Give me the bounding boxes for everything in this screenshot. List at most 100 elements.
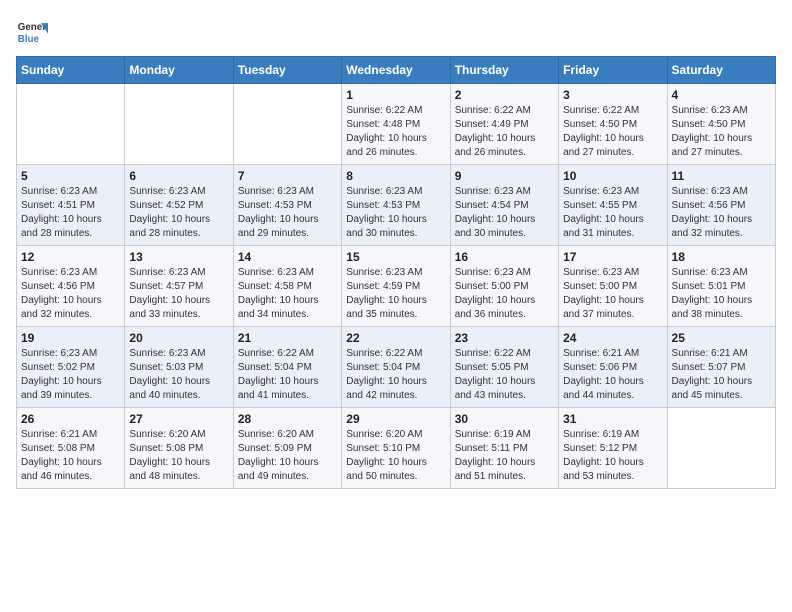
calendar-cell: 30 Sunrise: 6:19 AM Sunset: 5:11 PM Dayli… bbox=[450, 408, 558, 489]
day-info: Sunrise: 6:22 AM Sunset: 5:04 PM Dayligh… bbox=[346, 347, 445, 403]
day-header-saturday: Saturday bbox=[667, 57, 775, 84]
calendar-cell: 27Sunrise: 6:20 AM Sunset: 5:08 PM Dayli… bbox=[125, 408, 233, 489]
calendar-cell: 25 Sunrise: 6:21 AM Sunset: 5:07 PM Dayli… bbox=[667, 327, 775, 408]
day-number: 29 bbox=[346, 412, 445, 426]
calendar-cell: 20 Sunrise: 6:23 AM Sunset: 5:03 PM Dayli… bbox=[125, 327, 233, 408]
calendar-cell: 19Sunrise: 6:23 AM Sunset: 5:02 PM Dayli… bbox=[17, 327, 125, 408]
day-info: Sunrise: 6:22 AM Sunset: 5:05 PM Dayligh… bbox=[455, 347, 554, 403]
day-info: Sunrise: 6:20 AM Sunset: 5:09 PM Dayligh… bbox=[238, 428, 337, 484]
day-number: 2 bbox=[455, 88, 554, 102]
calendar-table: SundayMondayTuesdayWednesdayThursdayFrid… bbox=[16, 56, 776, 489]
day-info: Sunrise: 6:23 AM Sunset: 4:58 PM Dayligh… bbox=[238, 266, 337, 322]
calendar-cell: 1Sunrise: 6:22 AM Sunset: 4:48 PM Daylig… bbox=[342, 84, 450, 165]
day-number: 28 bbox=[238, 412, 337, 426]
day-number: 4 bbox=[672, 88, 771, 102]
day-info: Sunrise: 6:23 AM Sunset: 4:54 PM Dayligh… bbox=[455, 185, 554, 241]
day-number: 8 bbox=[346, 169, 445, 183]
day-header-tuesday: Tuesday bbox=[233, 57, 341, 84]
day-number: 30 bbox=[455, 412, 554, 426]
day-info: Sunrise: 6:19 AM Sunset: 5:12 PM Dayligh… bbox=[563, 428, 662, 484]
day-info: Sunrise: 6:22 AM Sunset: 5:04 PM Dayligh… bbox=[238, 347, 337, 403]
calendar-cell: 9 Sunrise: 6:23 AM Sunset: 4:54 PM Daylig… bbox=[450, 165, 558, 246]
day-info: Sunrise: 6:23 AM Sunset: 4:53 PM Dayligh… bbox=[238, 185, 337, 241]
day-number: 14 bbox=[238, 250, 337, 264]
calendar-cell: 29 Sunrise: 6:20 AM Sunset: 5:10 PM Dayli… bbox=[342, 408, 450, 489]
day-number: 12 bbox=[21, 250, 120, 264]
day-number: 15 bbox=[346, 250, 445, 264]
day-info: Sunrise: 6:19 AM Sunset: 5:11 PM Dayligh… bbox=[455, 428, 554, 484]
day-number: 20 bbox=[129, 331, 228, 345]
day-info: Sunrise: 6:23 AM Sunset: 4:52 PM Dayligh… bbox=[129, 185, 228, 241]
calendar-cell: 28 Sunrise: 6:20 AM Sunset: 5:09 PM Dayli… bbox=[233, 408, 341, 489]
calendar-cell: 11 Sunrise: 6:23 AM Sunset: 4:56 PM Dayli… bbox=[667, 165, 775, 246]
day-info: Sunrise: 6:23 AM Sunset: 5:01 PM Dayligh… bbox=[672, 266, 771, 322]
day-number: 18 bbox=[672, 250, 771, 264]
day-info: Sunrise: 6:23 AM Sunset: 4:56 PM Dayligh… bbox=[672, 185, 771, 241]
calendar-cell: 5Sunrise: 6:23 AM Sunset: 4:51 PM Daylig… bbox=[17, 165, 125, 246]
calendar-cell: 14 Sunrise: 6:23 AM Sunset: 4:58 PM Dayli… bbox=[233, 246, 341, 327]
week-row-2: 5Sunrise: 6:23 AM Sunset: 4:51 PM Daylig… bbox=[17, 165, 776, 246]
calendar-cell: 18 Sunrise: 6:23 AM Sunset: 5:01 PM Dayli… bbox=[667, 246, 775, 327]
day-number: 31 bbox=[563, 412, 662, 426]
day-info: Sunrise: 6:21 AM Sunset: 5:08 PM Dayligh… bbox=[21, 428, 120, 484]
calendar-cell: 6 Sunrise: 6:23 AM Sunset: 4:52 PM Daylig… bbox=[125, 165, 233, 246]
day-number: 9 bbox=[455, 169, 554, 183]
day-number: 26 bbox=[21, 412, 120, 426]
calendar-cell bbox=[17, 84, 125, 165]
day-number: 6 bbox=[129, 169, 228, 183]
day-info: Sunrise: 6:20 AM Sunset: 5:10 PM Dayligh… bbox=[346, 428, 445, 484]
day-info: Sunrise: 6:23 AM Sunset: 4:55 PM Dayligh… bbox=[563, 185, 662, 241]
calendar-cell: 22 Sunrise: 6:22 AM Sunset: 5:04 PM Dayli… bbox=[342, 327, 450, 408]
day-number: 23 bbox=[455, 331, 554, 345]
calendar-cell bbox=[667, 408, 775, 489]
day-header-monday: Monday bbox=[125, 57, 233, 84]
svg-text:Blue: Blue bbox=[18, 34, 40, 45]
week-row-5: 26 Sunrise: 6:21 AM Sunset: 5:08 PM Dayli… bbox=[17, 408, 776, 489]
day-info: Sunrise: 6:23 AM Sunset: 4:53 PM Dayligh… bbox=[346, 185, 445, 241]
day-header-wednesday: Wednesday bbox=[342, 57, 450, 84]
day-number: 19 bbox=[21, 331, 120, 345]
day-number: 27 bbox=[129, 412, 228, 426]
day-info: Sunrise: 6:22 AM Sunset: 4:50 PM Dayligh… bbox=[563, 104, 662, 160]
day-number: 1 bbox=[346, 88, 445, 102]
calendar-cell: 10 Sunrise: 6:23 AM Sunset: 4:55 PM Dayli… bbox=[559, 165, 667, 246]
day-number: 7 bbox=[238, 169, 337, 183]
day-number: 10 bbox=[563, 169, 662, 183]
day-info: Sunrise: 6:23 AM Sunset: 4:59 PM Dayligh… bbox=[346, 266, 445, 322]
day-number: 13 bbox=[129, 250, 228, 264]
day-number: 16 bbox=[455, 250, 554, 264]
day-info: Sunrise: 6:22 AM Sunset: 4:49 PM Dayligh… bbox=[455, 104, 554, 160]
calendar-cell: 2 Sunrise: 6:22 AM Sunset: 4:49 PM Daylig… bbox=[450, 84, 558, 165]
day-info: Sunrise: 6:23 AM Sunset: 5:03 PM Dayligh… bbox=[129, 347, 228, 403]
day-number: 5 bbox=[21, 169, 120, 183]
calendar-cell: 8 Sunrise: 6:23 AM Sunset: 4:53 PM Daylig… bbox=[342, 165, 450, 246]
day-info: Sunrise: 6:23 AM Sunset: 5:00 PM Dayligh… bbox=[563, 266, 662, 322]
calendar-cell: 4 Sunrise: 6:23 AM Sunset: 4:50 PM Daylig… bbox=[667, 84, 775, 165]
day-info: Sunrise: 6:23 AM Sunset: 4:50 PM Dayligh… bbox=[672, 104, 771, 160]
calendar-cell: 12Sunrise: 6:23 AM Sunset: 4:56 PM Dayli… bbox=[17, 246, 125, 327]
calendar-cell: 13 Sunrise: 6:23 AM Sunset: 4:57 PM Dayli… bbox=[125, 246, 233, 327]
day-info: Sunrise: 6:21 AM Sunset: 5:07 PM Dayligh… bbox=[672, 347, 771, 403]
day-header-thursday: Thursday bbox=[450, 57, 558, 84]
day-number: 17 bbox=[563, 250, 662, 264]
day-number: 11 bbox=[672, 169, 771, 183]
day-number: 3 bbox=[563, 88, 662, 102]
calendar-cell: 17 Sunrise: 6:23 AM Sunset: 5:00 PM Dayli… bbox=[559, 246, 667, 327]
calendar-cell: 3 Sunrise: 6:22 AM Sunset: 4:50 PM Daylig… bbox=[559, 84, 667, 165]
calendar-cell: 7 Sunrise: 6:23 AM Sunset: 4:53 PM Daylig… bbox=[233, 165, 341, 246]
week-row-4: 19Sunrise: 6:23 AM Sunset: 5:02 PM Dayli… bbox=[17, 327, 776, 408]
calendar-cell: 24 Sunrise: 6:21 AM Sunset: 5:06 PM Dayli… bbox=[559, 327, 667, 408]
week-row-3: 12Sunrise: 6:23 AM Sunset: 4:56 PM Dayli… bbox=[17, 246, 776, 327]
day-info: Sunrise: 6:21 AM Sunset: 5:06 PM Dayligh… bbox=[563, 347, 662, 403]
day-number: 24 bbox=[563, 331, 662, 345]
day-number: 22 bbox=[346, 331, 445, 345]
days-header-row: SundayMondayTuesdayWednesdayThursdayFrid… bbox=[17, 57, 776, 84]
calendar-cell: 26 Sunrise: 6:21 AM Sunset: 5:08 PM Dayli… bbox=[17, 408, 125, 489]
day-info: Sunrise: 6:23 AM Sunset: 4:57 PM Dayligh… bbox=[129, 266, 228, 322]
day-info: Sunrise: 6:23 AM Sunset: 5:00 PM Dayligh… bbox=[455, 266, 554, 322]
logo-icon: General Blue bbox=[16, 16, 48, 48]
calendar-cell: 15 Sunrise: 6:23 AM Sunset: 4:59 PM Dayli… bbox=[342, 246, 450, 327]
calendar-cell bbox=[125, 84, 233, 165]
calendar-cell: 31 Sunrise: 6:19 AM Sunset: 5:12 PM Dayli… bbox=[559, 408, 667, 489]
day-number: 25 bbox=[672, 331, 771, 345]
